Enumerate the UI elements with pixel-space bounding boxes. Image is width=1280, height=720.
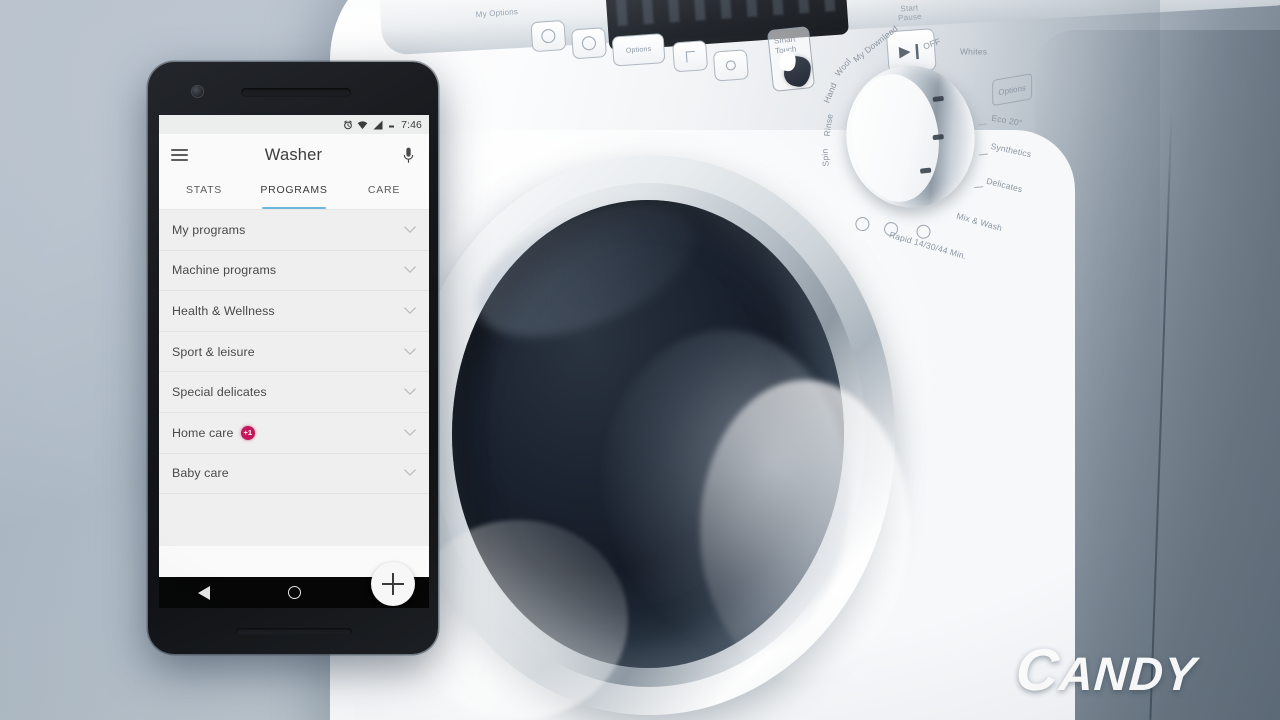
- dial-label-whites: Whites: [959, 46, 988, 57]
- candy-brand-logo: CANDY: [1014, 636, 1200, 704]
- tab-bar: STATS PROGRAMS CARE: [159, 176, 429, 210]
- program-group-list: My programs Machine programs Health & We…: [159, 210, 429, 547]
- list-item[interactable]: Sport & leisure: [159, 332, 429, 373]
- dial-label-delicates: Delicates: [985, 175, 1024, 195]
- dial-options-marker: Options: [992, 73, 1033, 107]
- chevron-down-icon: [404, 302, 416, 320]
- app-bar: Washer: [159, 134, 429, 176]
- list-item[interactable]: Special delicates: [159, 372, 429, 413]
- hamburger-menu-icon[interactable]: [171, 149, 188, 161]
- dial-tick: [978, 153, 988, 156]
- door-highlight-right: [700, 380, 910, 680]
- dial-tick: [977, 123, 987, 126]
- my-options-label: My Options: [475, 7, 519, 20]
- status-bar-clock: 7:46: [401, 118, 422, 131]
- smartphone-device: 7:46 Washer STATS PROGRAMS CARE My progr…: [148, 62, 438, 654]
- dial-label-hand: Hand: [821, 81, 839, 105]
- android-status-bar: 7:46: [159, 115, 429, 134]
- phone-screen: 7:46 Washer STATS PROGRAMS CARE My progr…: [159, 115, 429, 608]
- home-circle-icon: [287, 586, 301, 599]
- nav-back-button[interactable]: [184, 577, 224, 608]
- dial-symbol-icon: [915, 224, 932, 240]
- list-item[interactable]: Baby care: [159, 454, 429, 495]
- temperature-button[interactable]: [570, 27, 607, 60]
- dial-label-mix-wash: Mix & Wash: [955, 210, 1004, 234]
- dial-label-wool: Wool: [832, 56, 854, 79]
- bottom-speaker: [236, 628, 352, 635]
- back-triangle-icon: [198, 585, 210, 600]
- list-item[interactable]: Home care +1: [159, 413, 429, 454]
- dial-label-off: OFF: [921, 36, 942, 52]
- scene-root: My Options Options Start Pause ▶❙ Smart …: [0, 0, 1280, 720]
- nav-home-button[interactable]: [274, 577, 314, 608]
- smart-touch-nfc-zone[interactable]: Smart Touch: [766, 25, 816, 93]
- front-camera-icon: [192, 86, 203, 97]
- temperature-icon: [581, 35, 597, 51]
- list-item-label: Machine programs: [172, 263, 277, 278]
- page-title: Washer: [264, 145, 323, 164]
- dial-label-spin: Spin: [819, 148, 831, 167]
- list-item-label: Special delicates: [172, 385, 267, 400]
- list-item[interactable]: Health & Wellness: [159, 291, 429, 332]
- list-item-label: Baby care: [172, 466, 229, 481]
- tab-programs[interactable]: PROGRAMS: [249, 176, 339, 210]
- tab-stats[interactable]: STATS: [159, 176, 249, 209]
- list-item-label: Health & Wellness: [172, 303, 275, 318]
- list-item-label: My programs: [172, 222, 246, 237]
- door-highlight-left: [408, 520, 628, 720]
- status-bar-icons: [343, 120, 397, 130]
- delay-start-icon: [685, 50, 695, 63]
- dial-label-synthetics: Synthetics: [989, 140, 1033, 160]
- list-empty-tail: [159, 494, 429, 547]
- earpiece-speaker: [241, 88, 351, 97]
- microphone-icon[interactable]: [399, 147, 417, 164]
- dial-label-rinse: Rinse: [821, 113, 835, 138]
- alarm-icon: [343, 120, 353, 130]
- degree-icon: [725, 60, 737, 71]
- chevron-down-icon: [404, 383, 416, 401]
- battery-icon: [387, 120, 396, 130]
- wifi-icon: [357, 120, 368, 130]
- program-selector-dial[interactable]: [839, 59, 982, 214]
- delay-start-button[interactable]: [672, 40, 709, 73]
- program-selector-dial-group[interactable]: My Download OFF Whites Wool Hand Rinse S…: [818, 13, 1073, 286]
- chevron-down-icon: [404, 424, 416, 442]
- list-item[interactable]: Machine programs: [159, 251, 429, 292]
- start-pause-label: Start Pause: [897, 3, 923, 23]
- dial-label-eco20: Eco 20°: [990, 112, 1024, 129]
- list-item-label: Sport & leisure: [172, 344, 255, 359]
- dial-tick: [974, 186, 984, 189]
- signal-icon: [373, 120, 383, 130]
- degree-button[interactable]: [712, 49, 749, 82]
- chevron-down-icon: [404, 464, 416, 482]
- hand-icon: [782, 54, 813, 89]
- options-button[interactable]: Options: [611, 33, 666, 67]
- chevron-down-icon: [404, 221, 416, 239]
- chevron-down-icon: [404, 261, 416, 279]
- list-item-label: Home care: [172, 425, 234, 440]
- plus-icon: [382, 573, 404, 595]
- status-badge: +1: [240, 425, 256, 440]
- spin-speed-icon: [540, 28, 556, 44]
- tab-care[interactable]: CARE: [339, 176, 429, 209]
- chevron-down-icon: [404, 343, 416, 361]
- spin-speed-button[interactable]: [530, 19, 567, 53]
- add-program-fab[interactable]: [371, 562, 415, 606]
- dial-symbol-icon: [854, 216, 871, 232]
- candy-logo-rest: ANDY: [1057, 647, 1199, 700]
- list-item[interactable]: My programs: [159, 210, 429, 251]
- candy-logo-initial: C: [1013, 637, 1062, 703]
